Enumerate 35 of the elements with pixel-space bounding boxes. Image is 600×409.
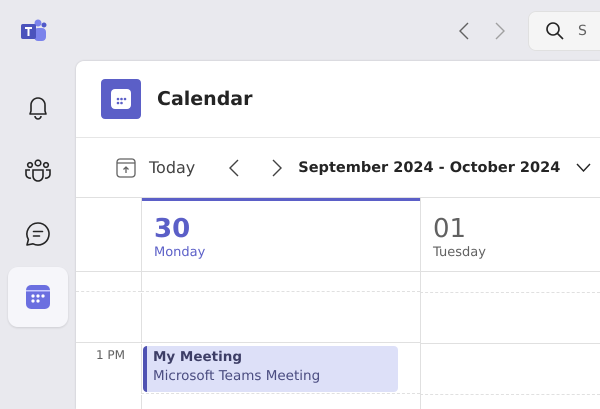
search-placeholder: S: [578, 22, 587, 38]
time-slot-cell[interactable]: [420, 344, 600, 395]
time-slot-cell[interactable]: [141, 293, 420, 343]
weekday-label: Monday: [154, 245, 206, 260]
chevron-down-icon[interactable]: [576, 163, 592, 172]
today-button[interactable]: Today: [116, 158, 196, 178]
back-button[interactable]: [459, 22, 469, 40]
forward-button[interactable]: [495, 22, 505, 40]
calendar-app-icon: [101, 79, 141, 119]
day-number: 01: [433, 213, 468, 245]
previous-button[interactable]: [229, 158, 240, 176]
calendar-rail-button[interactable]: [8, 267, 68, 327]
day-header[interactable]: 30 Monday: [142, 198, 420, 271]
today-icon: [116, 158, 136, 178]
chat-icon: [25, 221, 51, 247]
time-slot-cell[interactable]: My Meeting Microsoft Teams Meeting: [141, 344, 420, 394]
day-number: 30: [154, 213, 192, 245]
app-logo-icon: [20, 18, 47, 42]
page-title: Calendar: [157, 88, 252, 110]
meeting-event[interactable]: My Meeting Microsoft Teams Meeting: [143, 346, 398, 392]
bell-icon: [26, 95, 50, 121]
calendar-icon: [26, 285, 50, 309]
time-slot-cell[interactable]: [420, 272, 600, 293]
day-header[interactable]: 01 Tuesday: [421, 198, 600, 271]
time-slot-cell[interactable]: [420, 293, 600, 344]
event-title: My Meeting: [153, 349, 244, 365]
time-slot-cell[interactable]: [141, 272, 420, 292]
next-button[interactable]: [272, 158, 282, 176]
date-range: September 2024 - October 2024: [298, 160, 560, 176]
time-label: 1 PM: [96, 348, 125, 362]
event-subtitle: Microsoft Teams Meeting: [153, 368, 322, 384]
search-field[interactable]: S: [528, 10, 600, 50]
people-icon: [24, 159, 52, 183]
weekday-label: Tuesday: [433, 245, 487, 260]
search-icon: [546, 22, 564, 40]
